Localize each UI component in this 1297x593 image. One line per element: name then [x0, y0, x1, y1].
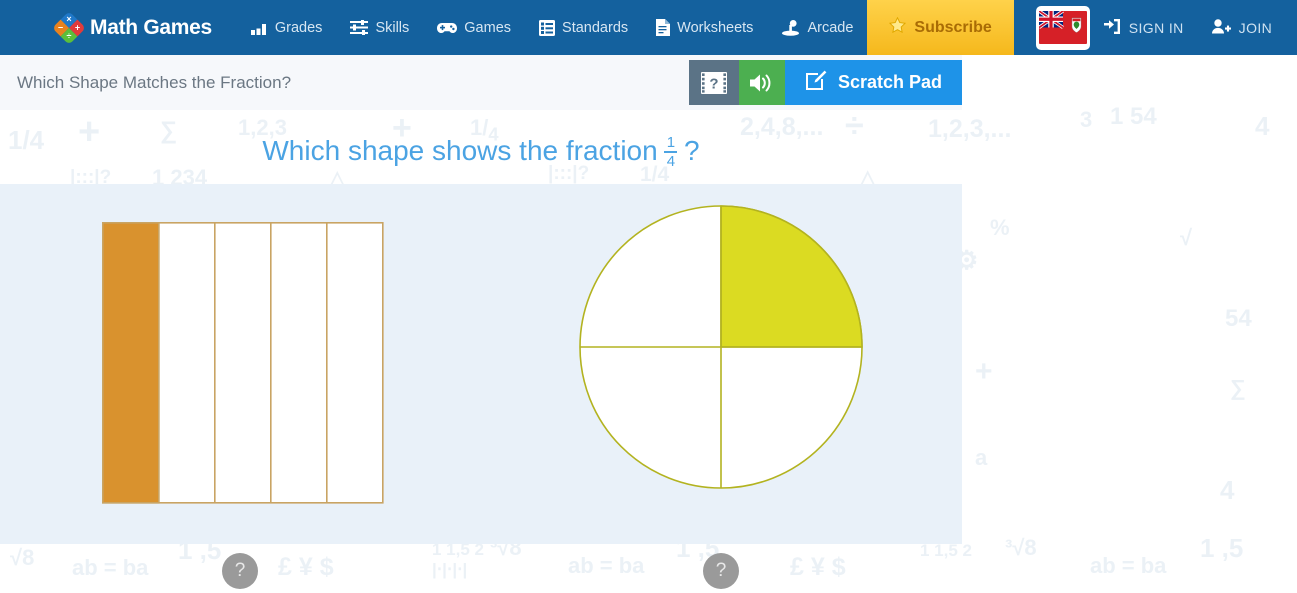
video-help-button[interactable]: ? [688, 60, 739, 105]
toolbar-actions: ? Scratch Pad [688, 60, 962, 105]
fraction-denominator: 4 [666, 152, 676, 170]
shaded-part-1 [102, 222, 160, 504]
question-fraction: 1 4 [664, 133, 678, 170]
logo-multiply-symbol: × [66, 13, 72, 24]
logo-text: Math Games [90, 15, 212, 39]
nav-item-standards[interactable]: Standards [525, 0, 642, 55]
joystick-icon [781, 19, 800, 36]
shaded-quadrant-1 [720, 205, 863, 348]
nav-label-worksheets: Worksheets [677, 19, 754, 36]
hint-label-b: ? [715, 560, 727, 581]
question-prefix: Which shape shows the fraction [262, 135, 658, 166]
scratch-pad-label: Scratch Pad [837, 72, 942, 92]
document-icon [656, 19, 671, 36]
hint-button-choice-b[interactable]: ? [703, 553, 739, 589]
logo-plus-symbol: + [74, 22, 81, 32]
nav-item-skills[interactable]: Skills [336, 0, 423, 55]
answer-choice-circle[interactable] [578, 204, 864, 495]
logo-minus-symbol: − [57, 22, 64, 32]
question-area: Which shape shows the fraction 1 4 ? [0, 118, 962, 184]
sliders-icon [350, 20, 369, 35]
fraction-numerator: 1 [666, 133, 676, 151]
pencil-square-icon [805, 70, 827, 96]
gamepad-icon [437, 21, 458, 35]
sign-in-button[interactable]: SIGN IN [1090, 0, 1198, 55]
sign-in-icon [1103, 18, 1121, 37]
activity-title: Which Shape Matches the Fraction? [17, 72, 292, 92]
join-button[interactable]: JOIN [1198, 0, 1287, 55]
sign-in-label: SIGN IN [1128, 19, 1184, 36]
nav-item-arcade[interactable]: Arcade [767, 0, 867, 55]
subscribe-label: Subscribe [914, 18, 992, 36]
hint-label-a: ? [234, 560, 246, 581]
scratch-pad-button[interactable]: Scratch Pad [784, 60, 962, 105]
subscribe-button[interactable]: Subscribe [867, 0, 1014, 55]
film-question-icon: ? [700, 71, 727, 94]
main-menu: Grades Skills Games Standards Worksheets [237, 0, 868, 55]
audio-button[interactable] [738, 60, 785, 105]
hint-button-choice-a[interactable]: ? [222, 553, 258, 589]
ontario-flag-button[interactable] [1035, 5, 1090, 50]
question-text: Which shape shows the fraction 1 4 ? [262, 134, 699, 169]
nav-item-games[interactable]: Games [423, 0, 525, 55]
activity-toolbar: Which Shape Matches the Fraction? ? Scra… [0, 55, 962, 110]
top-navigation-bar: × + − ÷ Math Games Grades Skills Games S… [0, 0, 1297, 55]
nav-label-arcade: Arcade [807, 19, 854, 36]
nav-label-skills: Skills [375, 19, 410, 36]
ontario-flag-icon [1038, 11, 1087, 44]
answer-choices-panel [0, 184, 962, 544]
question-suffix: ? [684, 135, 700, 166]
join-label: JOIN [1238, 19, 1273, 36]
speaker-icon [749, 74, 771, 91]
circle-quarters-shape [579, 205, 863, 489]
nav-item-worksheets[interactable]: Worksheets [642, 0, 767, 55]
nav-label-games: Games [464, 19, 512, 36]
nav-label-standards: Standards [562, 19, 629, 36]
nav-item-grades[interactable]: Grades [237, 0, 337, 55]
svg-text:?: ? [709, 75, 718, 92]
list-icon [539, 19, 556, 36]
math-games-diamond-icon: × + − ÷ [52, 10, 86, 45]
logo-divide-symbol: ÷ [66, 30, 72, 41]
rectangle-fifths-shape [102, 222, 384, 504]
answer-choice-rectangle[interactable] [102, 222, 384, 509]
nav-label-grades: Grades [274, 19, 323, 36]
bar-chart-icon [250, 20, 268, 35]
star-icon [889, 16, 907, 38]
site-logo[interactable]: × + − ÷ Math Games [52, 10, 212, 45]
user-plus-icon [1211, 18, 1231, 37]
